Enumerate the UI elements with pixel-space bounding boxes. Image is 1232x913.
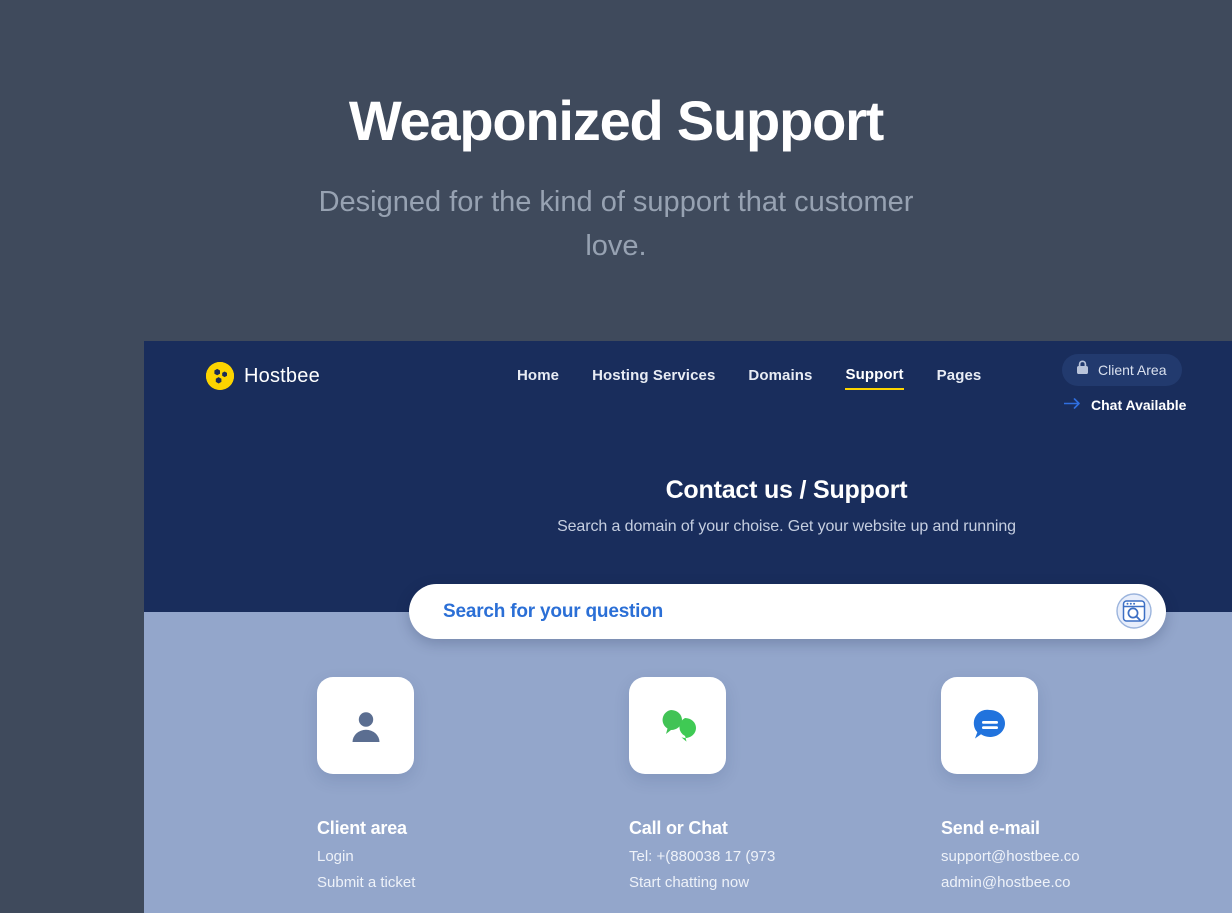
card-icon-tile[interactable]: [941, 677, 1038, 774]
contact-subtitle: Search a domain of your choise. Get your…: [557, 518, 1016, 535]
message-bubble-icon: [973, 709, 1005, 738]
hero-section: Weaponized Support Designed for the kind…: [0, 0, 1232, 341]
brand-logo[interactable]: Hostbee: [206, 362, 320, 390]
page-title: Weaponized Support: [348, 89, 884, 152]
client-area-label: Client Area: [1098, 362, 1167, 378]
card-link[interactable]: support@hostbee.co: [941, 848, 1080, 865]
browser-search-icon[interactable]: [1114, 591, 1154, 631]
navbar-actions: Client Area Chat Available: [1062, 354, 1232, 414]
contact-title: Contact us / Support: [665, 476, 908, 504]
nav-item-hosting-services[interactable]: Hosting Services: [592, 367, 715, 389]
honeycomb-bee-icon: [206, 362, 234, 390]
site-navbar: Hostbee Home Hosting Services Domains Su…: [144, 341, 1232, 414]
card-link[interactable]: Submit a ticket: [317, 874, 415, 891]
card-icon-tile[interactable]: [317, 677, 414, 774]
card-link[interactable]: Login: [317, 848, 414, 865]
search-bar[interactable]: [409, 584, 1166, 639]
contact-card-send-email: Send e-mail support@hostbee.co admin@hos…: [941, 677, 1080, 891]
contact-card-client-area: Client area Login Submit a ticket: [317, 677, 415, 891]
contact-card-call-or-chat: Call or Chat Tel: +(880038 17 (973 Start…: [629, 677, 775, 891]
main-navigation: Home Hosting Services Domains Support Pa…: [517, 366, 981, 390]
card-link[interactable]: admin@hostbee.co: [941, 874, 1070, 891]
search-input[interactable]: [441, 599, 1085, 624]
card-title: Call or Chat: [629, 818, 728, 838]
card-link[interactable]: Start chatting now: [629, 874, 749, 891]
lock-icon: [1076, 360, 1089, 380]
user-person-icon: [352, 711, 379, 742]
nav-item-home[interactable]: Home: [517, 367, 559, 389]
nav-item-support[interactable]: Support: [845, 366, 904, 390]
chat-available-button[interactable]: Chat Available: [1062, 396, 1232, 414]
card-icon-tile[interactable]: [629, 677, 726, 774]
client-area-button[interactable]: Client Area: [1062, 354, 1183, 386]
brand-name: Hostbee: [244, 364, 320, 387]
card-title: Send e-mail: [941, 818, 1040, 838]
contact-cards: Client area Login Submit a ticket Call o…: [317, 677, 1232, 891]
card-link[interactable]: Tel: +(880038 17 (973: [629, 848, 775, 865]
nav-item-domains[interactable]: Domains: [748, 367, 812, 389]
nav-item-pages[interactable]: Pages: [937, 367, 982, 389]
arrow-right-icon: [1063, 396, 1082, 414]
contact-heading-block: Contact us / Support Search a domain of …: [144, 476, 1232, 536]
hero-subtitle: Designed for the kind of support that cu…: [318, 186, 914, 263]
embedded-website: Hostbee Home Hosting Services Domains Su…: [144, 341, 1232, 913]
chat-available-label: Chat Available: [1091, 397, 1187, 413]
chat-bubbles-icon: [662, 709, 696, 742]
card-title: Client area: [317, 818, 407, 838]
